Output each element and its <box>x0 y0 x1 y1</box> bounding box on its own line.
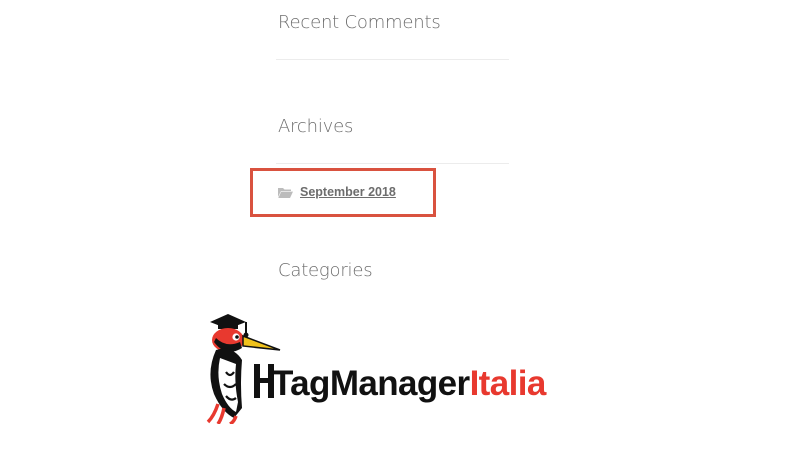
divider <box>276 163 509 164</box>
recent-comments-title: Recent Comments <box>278 12 441 33</box>
categories-title: Categories <box>278 260 373 281</box>
archive-list-item[interactable]: September 2018 <box>278 185 396 199</box>
archives-title: Archives <box>278 116 354 137</box>
folder-open-icon <box>278 187 293 198</box>
brand-logo: TagManagerItalia <box>272 366 546 401</box>
archive-link-september-2018[interactable]: September 2018 <box>300 185 396 199</box>
brand-text-italia: Italia <box>469 364 547 403</box>
divider <box>276 59 509 60</box>
brand-text-tagmanager: TagManager <box>272 364 470 403</box>
